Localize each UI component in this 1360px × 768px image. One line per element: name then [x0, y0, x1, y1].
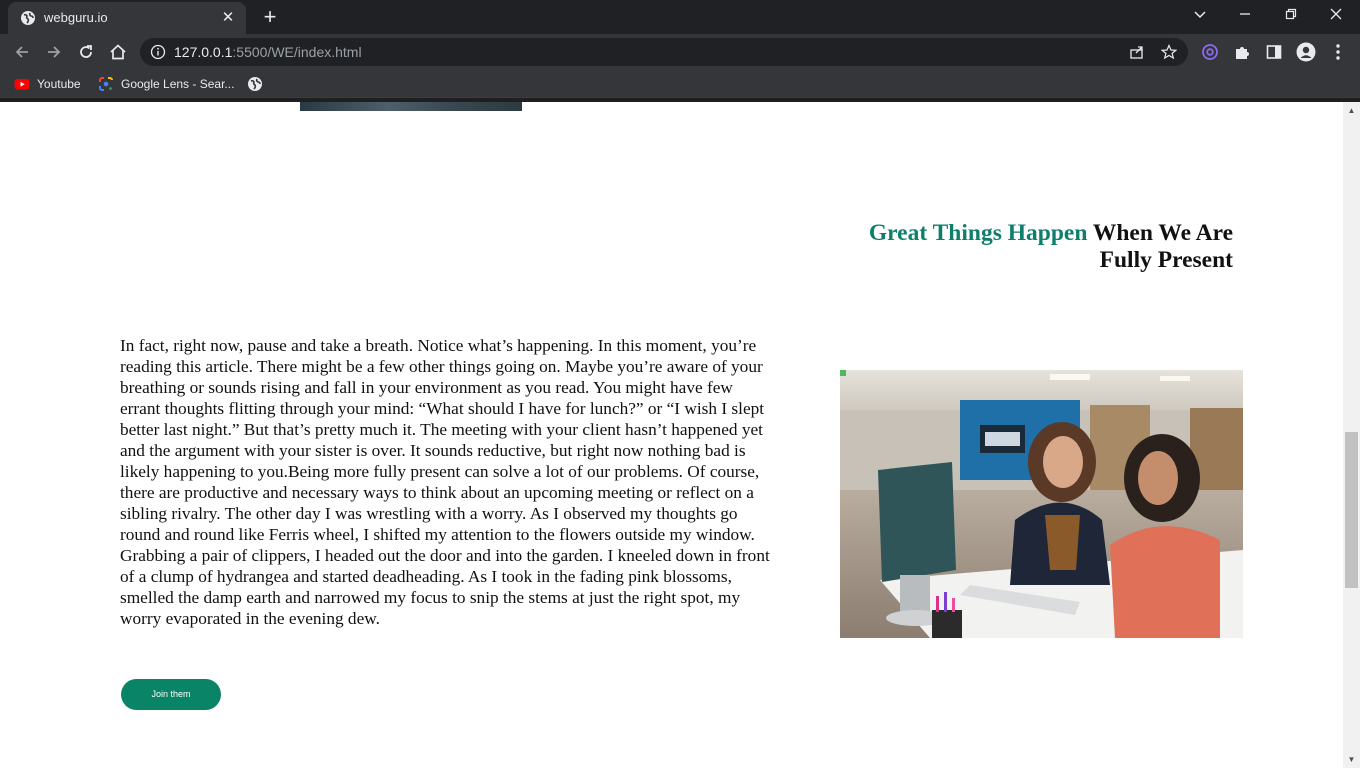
new-tab-button[interactable]: +: [258, 5, 282, 29]
bookmark-star-icon[interactable]: [1157, 40, 1181, 64]
office-meeting-photo: [840, 370, 1243, 638]
bookmark-youtube[interactable]: Youtube: [14, 75, 81, 93]
extension-at-icon[interactable]: [1198, 40, 1222, 64]
scroll-down-arrow-icon[interactable]: ▼: [1343, 751, 1360, 768]
bookmark-label: Google Lens - Sear...: [121, 77, 235, 91]
menu-kebab-icon[interactable]: [1326, 40, 1350, 64]
headline-rest: When We Are Fully Present: [1092, 220, 1233, 273]
tab-strip: webguru.io ✕ +: [0, 0, 1360, 34]
page-viewport: Great Things Happen When We Are Fully Pr…: [0, 102, 1343, 768]
restore-icon[interactable]: [1277, 3, 1305, 31]
scroll-up-arrow-icon[interactable]: ▲: [1343, 102, 1360, 119]
url-path: :5500/WE/index.html: [232, 44, 362, 60]
site-info-icon[interactable]: [150, 44, 166, 60]
previous-section-image: [300, 102, 522, 111]
article-paragraph: In fact, right now, pause and take a bre…: [120, 336, 770, 628]
bookmark-label: Youtube: [37, 77, 81, 91]
bookmarks-bar: Youtube Google Lens - Sear...: [0, 70, 1360, 98]
scroll-thumb[interactable]: [1345, 432, 1358, 588]
youtube-icon: [14, 79, 30, 90]
side-panel-icon[interactable]: [1262, 40, 1286, 64]
tab-search-icon[interactable]: [1186, 3, 1214, 31]
minimize-icon[interactable]: [1231, 3, 1259, 31]
url-text: 127.0.0.1:5500/WE/index.html: [174, 44, 362, 60]
join-them-button[interactable]: Join them: [121, 679, 221, 710]
share-icon[interactable]: [1125, 40, 1149, 64]
page-scrollbar[interactable]: ▲ ▼: [1343, 102, 1360, 768]
extensions-puzzle-icon[interactable]: [1230, 40, 1254, 64]
browser-toolbar: 127.0.0.1:5500/WE/index.html: [0, 34, 1360, 70]
globe-icon: [21, 11, 35, 25]
url-host: 127.0.0.1: [174, 44, 233, 60]
bookmark-google-lens[interactable]: Google Lens - Sear...: [98, 75, 234, 93]
bookmark-globe[interactable]: [247, 75, 270, 93]
browser-tab[interactable]: webguru.io ✕: [8, 2, 246, 34]
forward-icon[interactable]: [42, 40, 66, 64]
headline-accent: Great Things Happen: [868, 220, 1088, 246]
globe-icon: [248, 77, 262, 91]
section-headline: Great Things Happen When We Are Fully Pr…: [813, 220, 1233, 274]
back-icon[interactable]: [10, 40, 34, 64]
home-icon[interactable]: [106, 40, 130, 64]
address-bar[interactable]: 127.0.0.1:5500/WE/index.html: [140, 38, 1188, 66]
reload-icon[interactable]: [74, 40, 98, 64]
close-window-icon[interactable]: [1322, 3, 1350, 31]
close-tab-icon[interactable]: ✕: [218, 8, 238, 28]
google-lens-icon: [99, 77, 113, 91]
profile-avatar-icon[interactable]: [1294, 40, 1318, 64]
tab-title: webguru.io: [44, 10, 108, 25]
